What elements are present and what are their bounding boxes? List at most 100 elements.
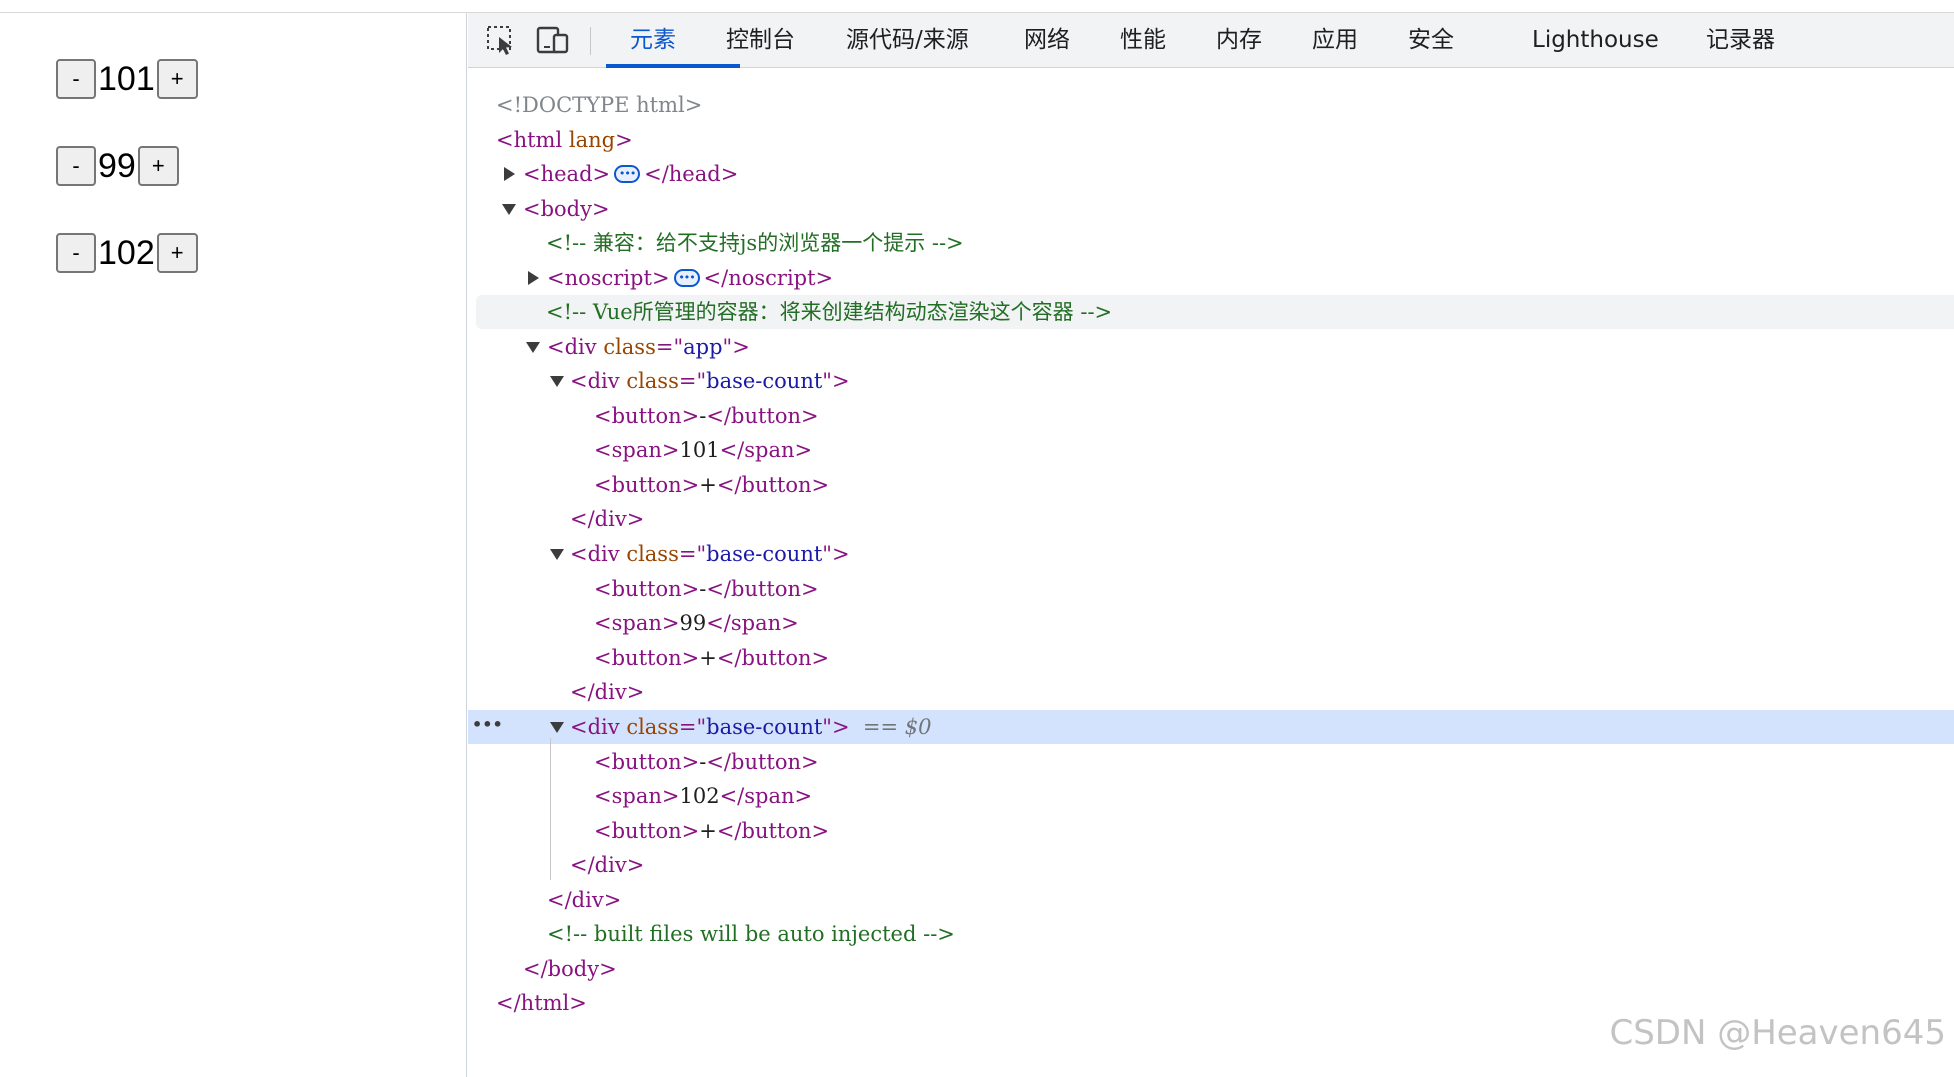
button-minus-node-2: <button>-</button> bbox=[594, 572, 819, 606]
more-actions-icon[interactable]: ••• bbox=[472, 710, 503, 744]
collapse-arrow-icon[interactable] bbox=[502, 204, 516, 215]
button-open-tag: <button> bbox=[594, 473, 700, 497]
tree-row-button-minus-3[interactable]: <button>-</button> bbox=[468, 745, 1954, 779]
span-open-tag: <span> bbox=[594, 784, 680, 808]
base-count-class-value: base-count bbox=[706, 369, 823, 393]
tab-application[interactable]: 应用 bbox=[1312, 13, 1358, 68]
decrement-button-2[interactable]: - bbox=[56, 146, 96, 186]
body-close-tag: </body> bbox=[523, 957, 617, 981]
base-count-class-value: base-count bbox=[706, 715, 823, 739]
class-attr: class bbox=[626, 369, 679, 393]
tree-row-button-minus-2[interactable]: <button>-</button> bbox=[468, 572, 1954, 606]
expand-arrow-icon[interactable] bbox=[528, 271, 539, 285]
tree-row-div-app-close[interactable]: </div> bbox=[468, 883, 1954, 917]
tab-elements[interactable]: 元素 bbox=[630, 13, 676, 68]
body-open-text: <body> bbox=[523, 197, 610, 221]
counter-3: - 102 + bbox=[56, 232, 198, 274]
tab-console[interactable]: 控制台 bbox=[726, 13, 795, 68]
tree-row-body[interactable]: <body> bbox=[468, 192, 1954, 226]
increment-button-2[interactable]: + bbox=[137, 146, 179, 186]
device-toolbar-icon[interactable] bbox=[536, 23, 570, 57]
tab-security[interactable]: 安全 bbox=[1408, 13, 1454, 68]
div-close-tag: </div> bbox=[570, 680, 645, 704]
collapse-arrow-icon[interactable] bbox=[550, 376, 564, 387]
button-plus-node-1: <button>+</button> bbox=[594, 468, 829, 502]
tree-row-html[interactable]: <html lang> bbox=[468, 123, 1954, 157]
button-minus-node-1: <button>-</button> bbox=[594, 399, 819, 433]
tree-row-base-count-3-selected[interactable]: ••• <div class="base-count"> == $0 bbox=[468, 710, 1954, 744]
head-open-tag: <head> bbox=[523, 162, 611, 186]
decrement-button-1[interactable]: - bbox=[56, 59, 96, 99]
attr-eq: =" bbox=[678, 542, 707, 566]
increment-button-3[interactable]: + bbox=[156, 233, 198, 273]
span-node-3: <span>102</span> bbox=[594, 779, 812, 813]
span-open-tag: <span> bbox=[594, 438, 680, 462]
html-lang-attr: lang bbox=[568, 128, 616, 152]
tree-row-comment-compat[interactable]: <!-- 兼容：给不支持js的浏览器一个提示 --> bbox=[468, 226, 1954, 260]
div-app-node: <div class="app"> bbox=[547, 330, 750, 364]
tree-row-button-plus-3[interactable]: <button>+</button> bbox=[468, 814, 1954, 848]
collapse-arrow-icon[interactable] bbox=[526, 342, 540, 353]
attr-quote-gt: "> bbox=[822, 715, 850, 739]
tree-row-base-count-1[interactable]: <div class="base-count"> bbox=[468, 364, 1954, 398]
html-close-tag: </html> bbox=[496, 991, 587, 1015]
div-open-tag: <div bbox=[570, 715, 620, 739]
class-attr: class bbox=[626, 542, 679, 566]
tab-performance[interactable]: 性能 bbox=[1120, 13, 1166, 68]
tree-row-span-2[interactable]: <span>99</span> bbox=[468, 606, 1954, 640]
attr-quote-gt: "> bbox=[722, 335, 750, 359]
toolbar-separator bbox=[590, 27, 591, 55]
decrement-button-3[interactable]: - bbox=[56, 233, 96, 273]
tree-row-div-close-1[interactable]: </div> bbox=[468, 502, 1954, 536]
tab-lighthouse[interactable]: Lighthouse bbox=[1532, 13, 1659, 68]
tree-row-comment-built[interactable]: <!-- built files will be auto injected -… bbox=[468, 917, 1954, 951]
inspect-element-icon[interactable] bbox=[484, 23, 518, 57]
tree-row-div-app[interactable]: <div class="app"> bbox=[468, 330, 1954, 364]
tree-row-button-minus-1[interactable]: <button>-</button> bbox=[468, 399, 1954, 433]
increment-button-1[interactable]: + bbox=[156, 59, 198, 99]
tree-row-span-3[interactable]: <span>102</span> bbox=[468, 779, 1954, 813]
button-close-tag: </button> bbox=[706, 577, 819, 601]
attr-eq: =" bbox=[655, 335, 684, 359]
span-text: 101 bbox=[679, 438, 720, 462]
tree-row-head[interactable]: <head> </head> bbox=[468, 157, 1954, 191]
button-open-tag: <button> bbox=[594, 577, 700, 601]
tree-row-button-plus-1[interactable]: <button>+</button> bbox=[468, 468, 1954, 502]
collapse-arrow-icon[interactable] bbox=[550, 722, 564, 733]
div-app-close-tag: </div> bbox=[547, 888, 622, 912]
button-plus-node-3: <button>+</button> bbox=[594, 814, 829, 848]
tree-row-noscript[interactable]: <noscript> </noscript> bbox=[468, 261, 1954, 295]
div-open-tag: <div bbox=[570, 369, 620, 393]
button-text: + bbox=[699, 646, 717, 670]
div-open-tag: <div bbox=[570, 542, 620, 566]
button-open-tag: <button> bbox=[594, 404, 700, 428]
tab-recorder[interactable]: 记录器 bbox=[1706, 13, 1775, 68]
head-node: <head> </head> bbox=[523, 157, 738, 191]
tab-network[interactable]: 网络 bbox=[1024, 13, 1070, 68]
tab-sources[interactable]: 源代码/来源 bbox=[846, 13, 969, 68]
div-open-tag: <div bbox=[547, 335, 597, 359]
attr-quote-gt: "> bbox=[822, 369, 850, 393]
tree-row-div-close-3[interactable]: </div> bbox=[468, 848, 1954, 882]
collapse-arrow-icon[interactable] bbox=[550, 549, 564, 560]
tree-row-button-plus-2[interactable]: <button>+</button> bbox=[468, 641, 1954, 675]
tree-row-comment-vue[interactable]: <!-- Vue所管理的容器：将来创建结构动态渲染这个容器 --> bbox=[476, 295, 1954, 329]
tree-row-body-close[interactable]: </body> bbox=[468, 952, 1954, 986]
counter-value-3: 102 bbox=[98, 234, 155, 272]
span-text: 99 bbox=[679, 611, 707, 635]
tree-row-span-1[interactable]: <span>101</span> bbox=[468, 433, 1954, 467]
tree-row-div-close-2[interactable]: </div> bbox=[468, 675, 1954, 709]
ellipsis-icon[interactable] bbox=[673, 261, 700, 295]
span-close-tag: </span> bbox=[719, 438, 813, 462]
counter-2: - 99 + bbox=[56, 145, 179, 187]
comment-compat: <!-- 兼容：给不支持js的浏览器一个提示 --> bbox=[546, 231, 964, 255]
window-top-border bbox=[0, 0, 1954, 13]
base-count-class-value: base-count bbox=[706, 542, 823, 566]
ellipsis-icon[interactable] bbox=[614, 157, 641, 191]
noscript-open-tag: <noscript> bbox=[547, 266, 670, 290]
tree-row-doctype[interactable]: <!DOCTYPE html> bbox=[468, 88, 1954, 122]
expand-arrow-icon[interactable] bbox=[504, 167, 515, 181]
tab-memory[interactable]: 内存 bbox=[1216, 13, 1262, 68]
tree-row-base-count-2[interactable]: <div class="base-count"> bbox=[468, 537, 1954, 571]
span-close-tag: </span> bbox=[706, 611, 799, 635]
